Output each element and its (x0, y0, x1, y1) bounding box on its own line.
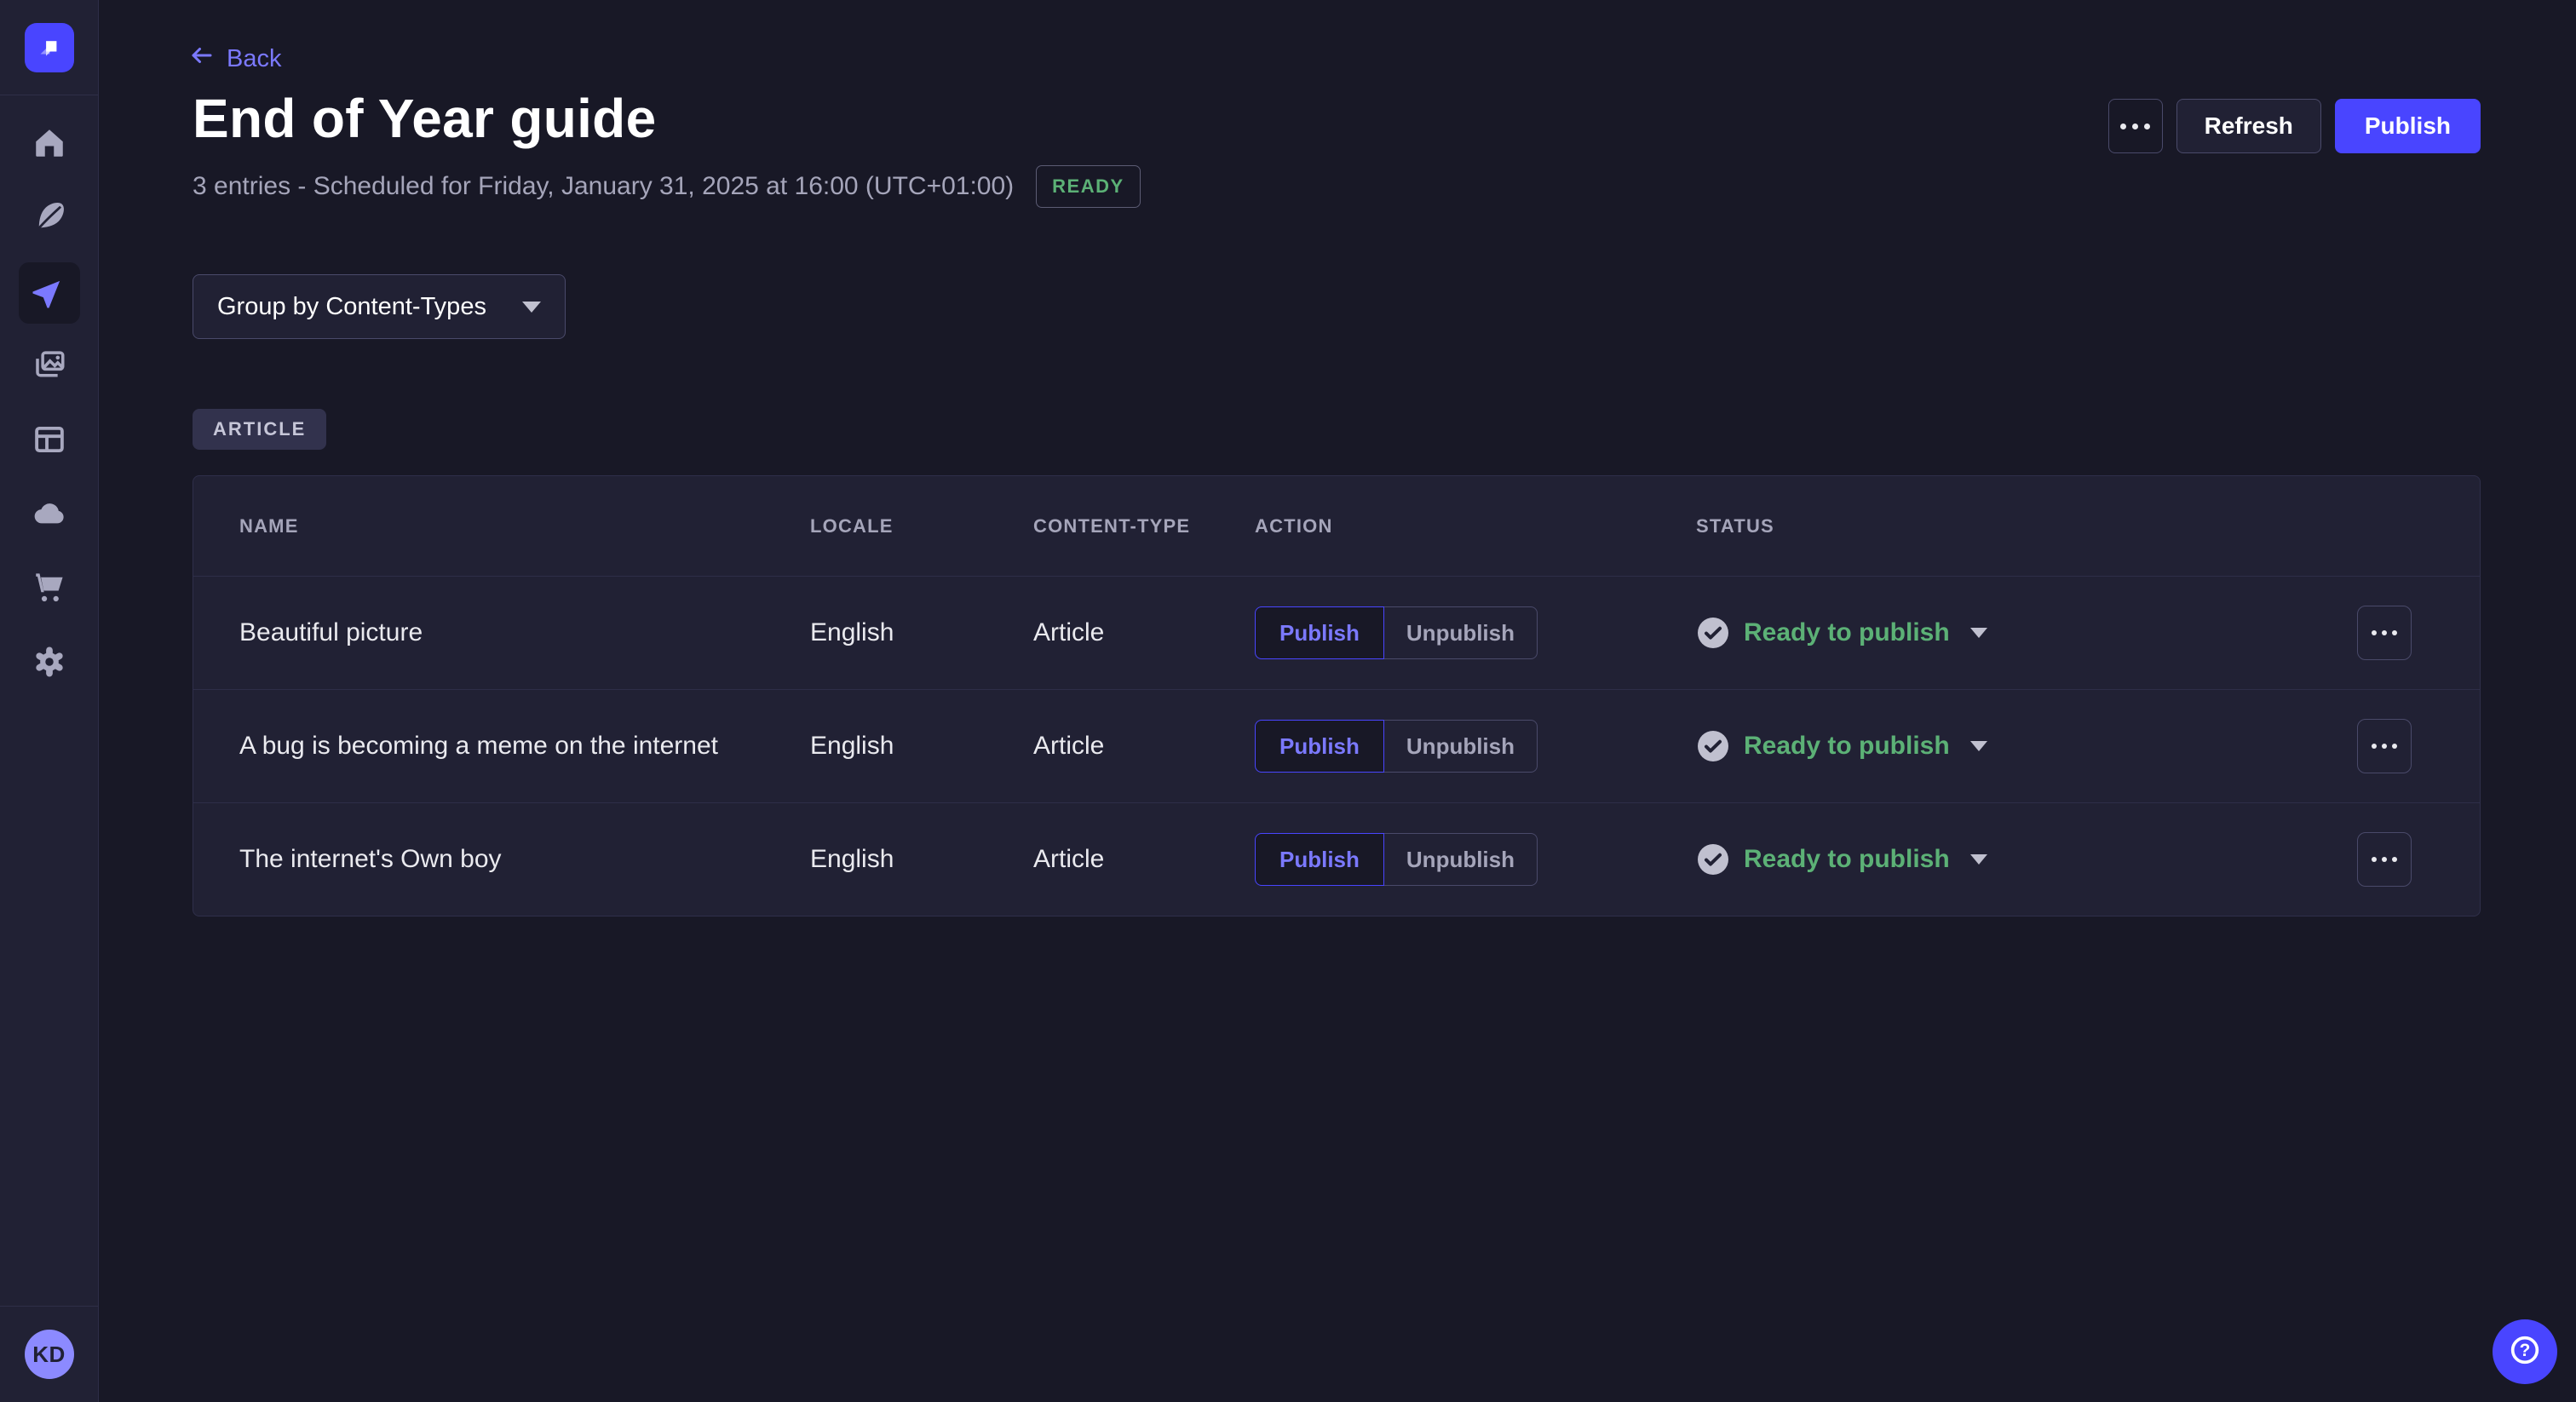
sidebar-item-releases[interactable] (19, 262, 80, 324)
ellipsis-icon (2372, 744, 2397, 749)
images-icon (32, 348, 67, 388)
action-toggle: Publish Unpublish (1255, 720, 1696, 773)
entry-name: A bug is becoming a meme on the internet (239, 732, 810, 761)
refresh-button[interactable]: Refresh (2176, 99, 2321, 153)
chevron-down-icon (1970, 628, 1987, 638)
table-header: NAME LOCALE CONTENT-TYPE ACTION STATUS (193, 476, 2480, 576)
header-actions: Refresh Publish (2108, 99, 2481, 153)
group-by-label: Group by Content-Types (217, 293, 486, 321)
table-row: Beautiful picture English Article Publis… (193, 576, 2480, 689)
sidebar-item-home[interactable] (19, 114, 80, 175)
entry-status[interactable]: Ready to publish (1696, 729, 2357, 763)
column-header-name: NAME (239, 515, 810, 537)
column-header-action: ACTION (1255, 515, 1696, 537)
table-row: A bug is becoming a meme on the internet… (193, 689, 2480, 802)
check-circle-icon (1696, 842, 1730, 876)
feather-icon (32, 199, 67, 239)
entries-table: NAME LOCALE CONTENT-TYPE ACTION STATUS B… (193, 475, 2481, 916)
row-more-button[interactable] (2357, 719, 2412, 773)
entry-status[interactable]: Ready to publish (1696, 616, 2357, 650)
status-label: Ready to publish (1744, 845, 1950, 874)
entry-status[interactable]: Ready to publish (1696, 842, 2357, 876)
entry-name: The internet's Own boy (239, 845, 810, 874)
sidebar: KD (0, 0, 99, 1402)
paper-plane-icon (32, 273, 67, 313)
sidebar-item-content-type-builder[interactable] (19, 411, 80, 472)
entry-content-type: Article (1033, 618, 1255, 647)
status-label: Ready to publish (1744, 732, 1950, 761)
column-header-locale: LOCALE (810, 515, 1033, 537)
entry-content-type: Article (1033, 732, 1255, 761)
group-by-select[interactable]: Group by Content-Types (193, 274, 566, 339)
ellipsis-icon (2372, 630, 2397, 635)
column-header-status: STATUS (1696, 515, 2357, 537)
check-circle-icon (1696, 616, 1730, 650)
more-options-button[interactable] (2108, 99, 2163, 153)
svg-text:?: ? (2520, 1341, 2531, 1360)
status-label: Ready to publish (1744, 618, 1950, 647)
sidebar-footer: KD (0, 1306, 98, 1402)
cloud-icon (32, 496, 67, 536)
chevron-down-icon (522, 302, 541, 313)
release-summary: 3 entries - Scheduled for Friday, Januar… (193, 172, 1014, 201)
arrow-left-icon (189, 43, 215, 75)
layout-icon (32, 422, 67, 462)
status-badge: READY (1036, 165, 1141, 208)
unpublish-toggle-button[interactable]: Unpublish (1384, 606, 1538, 659)
sidebar-item-content-manager[interactable] (19, 188, 80, 250)
logo-container (0, 0, 98, 95)
subtitle-row: 3 entries - Scheduled for Friday, Januar… (193, 164, 1141, 210)
entry-locale: English (810, 732, 1033, 761)
sidebar-nav (19, 95, 80, 694)
entry-locale: English (810, 618, 1033, 647)
user-avatar[interactable]: KD (25, 1330, 74, 1379)
gear-icon (32, 644, 67, 684)
sidebar-item-marketplace[interactable] (19, 559, 80, 620)
back-link[interactable]: Back (189, 43, 281, 75)
publish-toggle-button[interactable]: Publish (1255, 833, 1384, 886)
sidebar-item-media-library[interactable] (19, 336, 80, 398)
action-toggle: Publish Unpublish (1255, 606, 1696, 659)
row-more-button[interactable] (2357, 832, 2412, 887)
unpublish-toggle-button[interactable]: Unpublish (1384, 833, 1538, 886)
check-circle-icon (1696, 729, 1730, 763)
question-icon: ? (2508, 1333, 2542, 1371)
entry-name: Beautiful picture (239, 618, 810, 647)
column-header-content-type: CONTENT-TYPE (1033, 515, 1255, 537)
table-row: The internet's Own boy English Article P… (193, 802, 2480, 916)
entry-locale: English (810, 845, 1033, 874)
publish-toggle-button[interactable]: Publish (1255, 720, 1384, 773)
sidebar-item-cloud[interactable] (19, 485, 80, 546)
entry-content-type: Article (1033, 845, 1255, 874)
unpublish-toggle-button[interactable]: Unpublish (1384, 720, 1538, 773)
page-title: End of Year guide (193, 87, 656, 150)
chevron-down-icon (1970, 854, 1987, 865)
back-label: Back (227, 45, 281, 73)
help-button[interactable]: ? (2493, 1319, 2557, 1384)
publish-toggle-button[interactable]: Publish (1255, 606, 1384, 659)
content-type-chip: ARTICLE (193, 409, 326, 450)
publish-button[interactable]: Publish (2335, 99, 2481, 153)
home-icon (32, 125, 67, 165)
strapi-logo-icon[interactable] (25, 23, 74, 72)
action-toggle: Publish Unpublish (1255, 833, 1696, 886)
cart-icon (32, 570, 67, 610)
row-more-button[interactable] (2357, 606, 2412, 660)
ellipsis-icon (2120, 124, 2150, 129)
chevron-down-icon (1970, 741, 1987, 751)
ellipsis-icon (2372, 857, 2397, 862)
sidebar-item-settings[interactable] (19, 633, 80, 694)
